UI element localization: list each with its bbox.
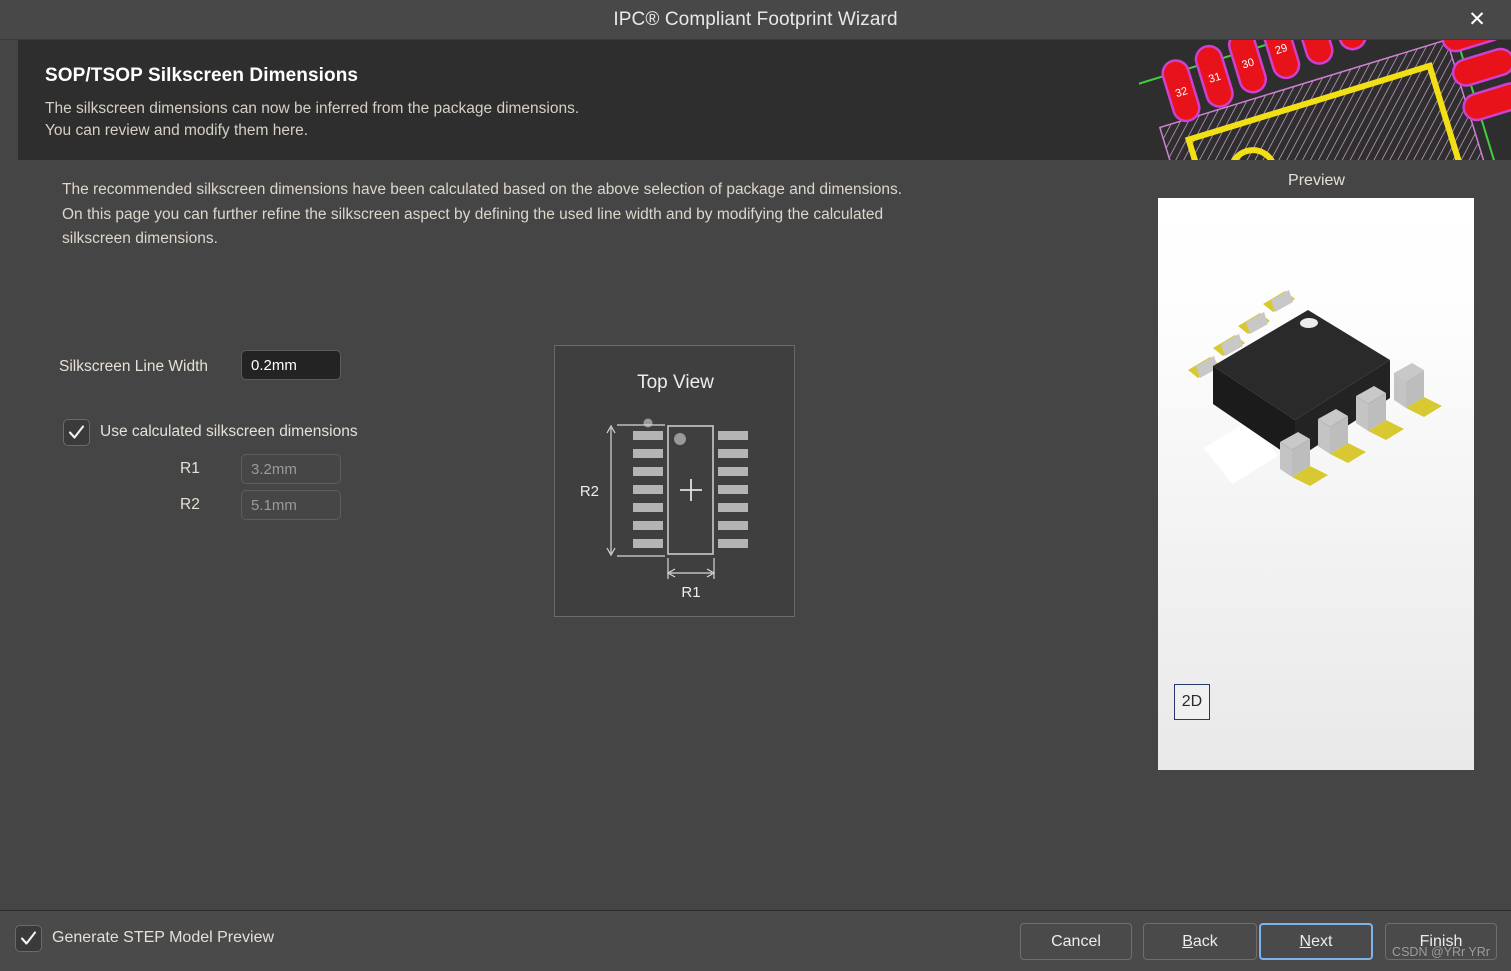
view-mode-2d-button[interactable]: 2D	[1174, 684, 1210, 720]
window-title: IPC® Compliant Footprint Wizard	[0, 0, 1511, 40]
generate-step-checkbox[interactable]	[15, 925, 42, 952]
intro-paragraph: The recommended silkscreen dimensions ha…	[62, 178, 1022, 252]
r2-dimension-label: R2	[580, 483, 599, 500]
r1-label: R1	[180, 460, 200, 478]
preview-panel[interactable]: 2D	[1158, 198, 1474, 770]
page-subtitle: The silkscreen dimensions can now be inf…	[45, 98, 579, 142]
r1-dimension-label: R1	[681, 584, 700, 601]
page-title: SOP/TSOP Silkscreen Dimensions	[45, 65, 358, 87]
cancel-button[interactable]: Cancel	[1020, 923, 1132, 960]
close-icon[interactable]: ✕	[1461, 4, 1493, 36]
silkscreen-line-width-label: Silkscreen Line Width	[59, 358, 208, 376]
use-calculated-label[interactable]: Use calculated silkscreen dimensions	[100, 423, 358, 441]
footer-bar: Generate STEP Model Preview Cancel Back …	[0, 911, 1511, 971]
generate-step-label[interactable]: Generate STEP Model Preview	[52, 929, 274, 947]
wizard-header: SOP/TSOP Silkscreen Dimensions The silks…	[18, 40, 1511, 160]
title-bar: IPC® Compliant Footprint Wizard ✕	[0, 0, 1511, 40]
back-button[interactable]: Back	[1143, 923, 1257, 960]
footprint-banner-graphic: 32 31 30 29 28 27 26 25	[1139, 40, 1511, 160]
next-label-rest: ext	[1311, 933, 1332, 950]
use-calculated-checkbox[interactable]	[63, 419, 90, 446]
finish-button[interactable]: Finish	[1385, 923, 1497, 960]
r2-input[interactable]	[241, 490, 341, 520]
r1-input[interactable]	[241, 454, 341, 484]
next-button[interactable]: Next	[1259, 923, 1373, 960]
checkmark-icon	[67, 423, 86, 442]
silkscreen-line-width-input[interactable]	[241, 350, 341, 380]
top-view-title: Top View	[555, 372, 796, 394]
top-view-diagram: Top View	[554, 345, 795, 617]
next-accel: N	[1300, 933, 1312, 950]
back-accel: B	[1182, 933, 1193, 950]
checkmark-icon	[19, 929, 38, 948]
back-label-rest: ack	[1193, 933, 1218, 950]
r2-label: R2	[180, 496, 200, 514]
wizard-window: IPC® Compliant Footprint Wizard ✕ SOP/TS…	[0, 0, 1511, 971]
preview-title: Preview	[1160, 172, 1473, 190]
